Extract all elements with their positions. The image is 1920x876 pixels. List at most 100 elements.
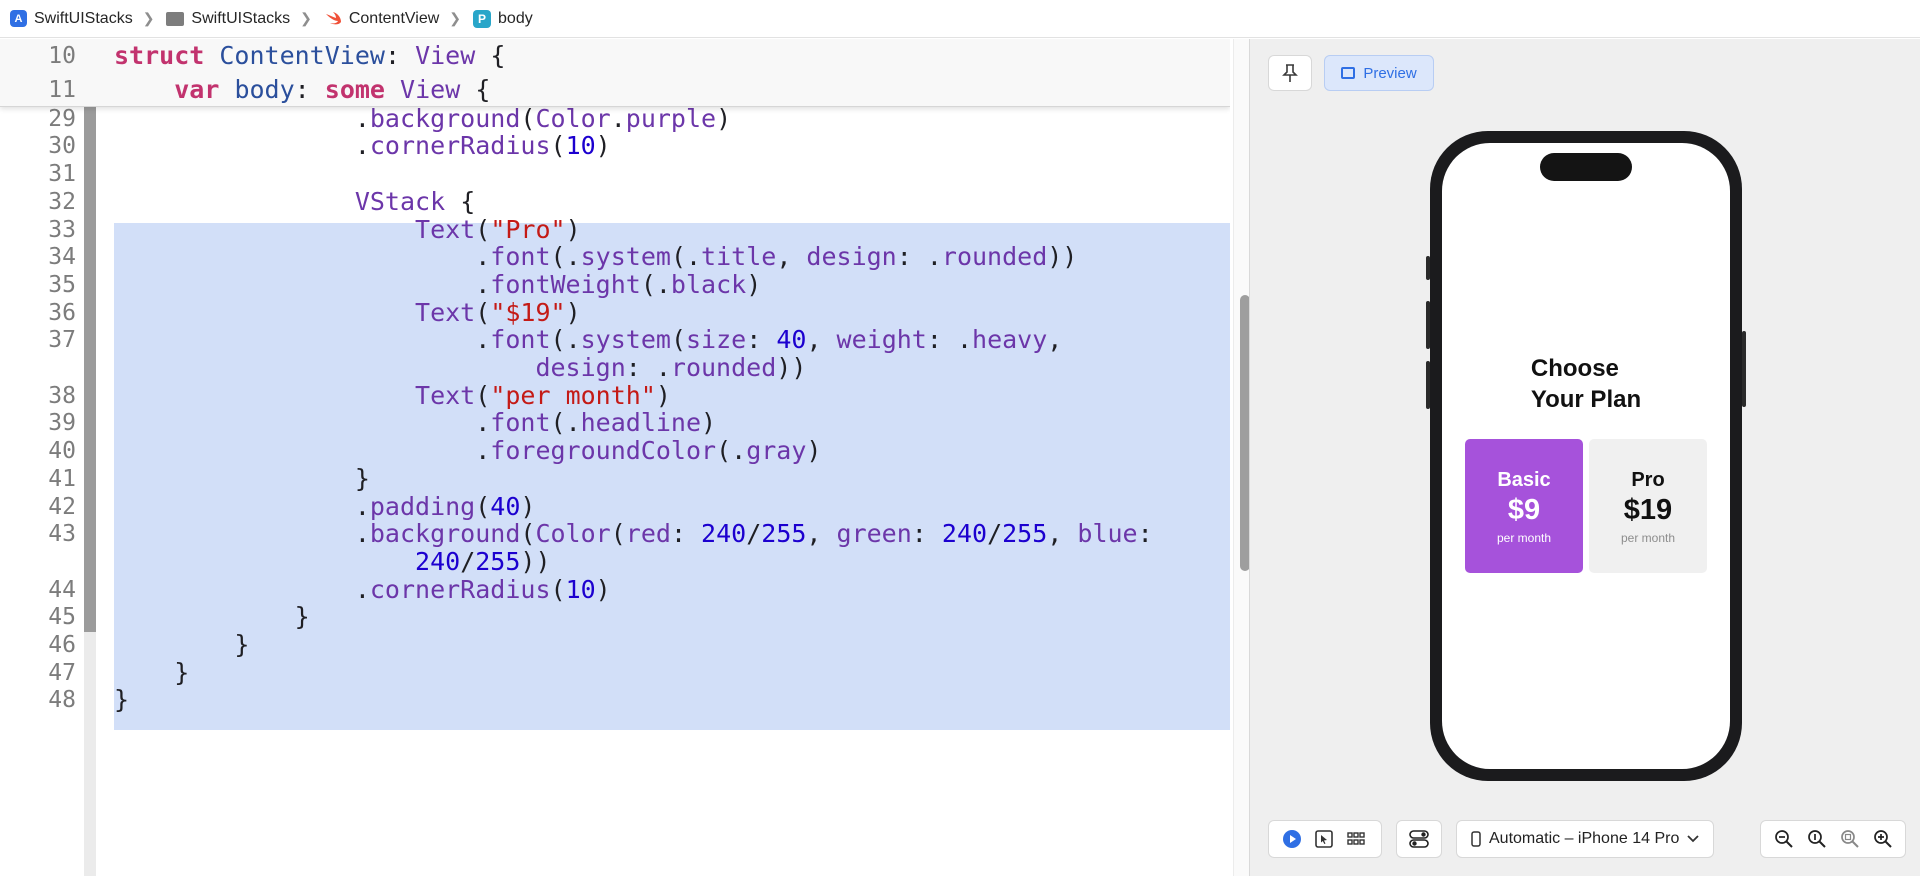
code-token: /: [987, 519, 1003, 548]
code-token: (: [550, 131, 566, 160]
breadcrumb-item-project[interactable]: A SwiftUIStacks: [10, 10, 133, 28]
zoom-in-icon: [1873, 830, 1892, 848]
selectable-mode-button[interactable]: [1311, 826, 1337, 852]
code-token: }: [114, 464, 370, 493]
zoom-in-button[interactable]: [1870, 826, 1896, 852]
code-token: )): [776, 353, 807, 382]
app-icon: A: [10, 10, 27, 27]
zoom-out-button[interactable]: [1771, 826, 1797, 852]
chevron-right-icon: ❯: [142, 10, 155, 26]
code-token: : .: [625, 353, 671, 382]
code-token: 240: [415, 547, 461, 576]
code-line[interactable]: 10 struct ContentView: View {: [0, 39, 1230, 73]
device-frame: Choose Your Plan Basic $9 per month Pro $…: [1426, 131, 1746, 781]
preview-canvas: Preview Choose Your Plan Basic $9 per mon…: [1250, 39, 1920, 876]
code-token: )): [520, 547, 551, 576]
zoom-to-fit-button[interactable]: [1837, 826, 1863, 852]
zoom-actual-size-button[interactable]: [1804, 826, 1830, 852]
pin-icon: [1282, 64, 1298, 82]
code-token: : .: [926, 325, 973, 354]
iphone-icon: [1471, 831, 1481, 847]
plan-title-line: Your Plan: [1530, 386, 1642, 413]
code-token: Color: [535, 519, 611, 548]
breadcrumb-label: body: [498, 9, 533, 27]
variants-button[interactable]: [1343, 826, 1369, 852]
device-settings-button[interactable]: [1396, 820, 1442, 858]
code-token: fontWeight: [490, 270, 641, 299]
code-token: .: [114, 436, 491, 465]
code-token: VStack: [354, 187, 446, 216]
device-screen[interactable]: Choose Your Plan Basic $9 per month Pro $…: [1442, 143, 1730, 769]
code-token: green: [836, 519, 912, 548]
code-token: View: [415, 41, 476, 70]
code-token: /: [746, 519, 762, 548]
code-token: blue: [1077, 519, 1138, 548]
code-token: .: [114, 325, 491, 354]
preview-mode-button[interactable]: Preview: [1324, 55, 1434, 91]
code-token: .: [114, 519, 370, 548]
plan-price: $19: [1623, 494, 1673, 526]
code-token: cornerRadius: [369, 131, 551, 160]
code-token: size: [686, 325, 747, 354]
device-selector[interactable]: Automatic – iPhone 14 Pro: [1456, 820, 1714, 858]
code-token: heavy: [972, 325, 1048, 354]
code-token: ContentView: [219, 41, 385, 70]
code-token: {: [475, 41, 506, 70]
code-token: font: [490, 325, 551, 354]
code-line[interactable]: 11 var body: some View {: [0, 73, 1230, 107]
code-token: ,: [806, 519, 837, 548]
pin-preview-button[interactable]: [1268, 55, 1312, 91]
code-token: .: [114, 408, 491, 437]
code-token: (.: [670, 242, 702, 271]
breadcrumb-item-folder[interactable]: SwiftUIStacks: [166, 10, 290, 28]
code-token: ,: [1047, 325, 1063, 354]
code-token: body: [234, 75, 295, 104]
code-token: :: [1137, 519, 1153, 548]
plan-name: Pro: [1631, 469, 1665, 491]
code-token: :: [911, 519, 942, 548]
volume-up-button: [1426, 301, 1430, 349]
grid-icon: [1347, 832, 1365, 845]
code-token: :: [294, 75, 325, 104]
code-token: )): [1047, 242, 1078, 271]
plan-name: Basic: [1497, 469, 1551, 491]
code-token: View: [400, 75, 461, 104]
mute-switch: [1426, 256, 1430, 280]
code-token: }: [114, 685, 130, 714]
code-token: (.: [640, 270, 671, 299]
code-line[interactable]: 48}: [0, 683, 1230, 717]
code-token: }: [114, 602, 310, 631]
code-token: 10: [565, 131, 596, 160]
plan-card-basic: Basic $9 per month: [1465, 439, 1583, 573]
cursor-select-icon: [1315, 830, 1333, 848]
breadcrumb-item-symbol[interactable]: P body: [473, 9, 533, 28]
code-token: var: [174, 75, 220, 104]
chevron-right-icon: ❯: [449, 10, 462, 26]
code-token: design: [535, 353, 626, 382]
plan-title-line: Choose: [1530, 355, 1619, 382]
code-token: (.: [550, 242, 581, 271]
code-token: rounded: [941, 242, 1048, 271]
play-icon: [1283, 830, 1301, 848]
code-token: 255: [475, 547, 521, 576]
code-token: 40: [776, 325, 807, 354]
code-token: struct: [114, 41, 205, 70]
breadcrumb-item-file[interactable]: ContentView: [324, 10, 439, 28]
code-token: red: [625, 519, 671, 548]
code-token: 240: [701, 519, 747, 548]
code-token: .: [114, 242, 491, 271]
code-token: black: [670, 270, 747, 299]
code-token: .: [114, 131, 370, 160]
line-number: 10: [48, 43, 76, 69]
code-token: ): [806, 436, 822, 465]
code-token: background: [369, 519, 521, 548]
sticky-scope-header[interactable]: 10 struct ContentView: View {11 var body:…: [0, 39, 1230, 107]
code-editor[interactable]: 28 .padding(40)29 .background(Color.purp…: [0, 39, 1230, 876]
code-token: (.: [716, 436, 747, 465]
live-mode-button[interactable]: [1279, 826, 1305, 852]
